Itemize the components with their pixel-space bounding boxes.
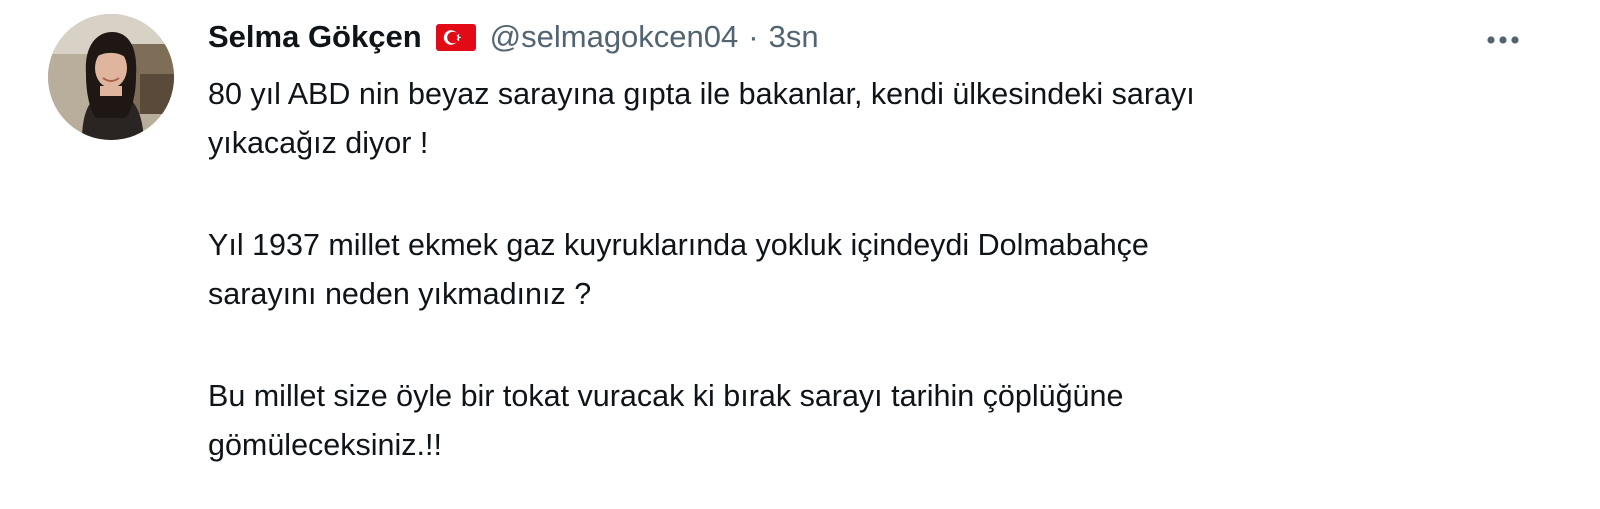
tweet-line: gömüleceksiniz.!! xyxy=(208,428,442,462)
tweet-line: yıkacağız diyor ! xyxy=(208,126,429,160)
avatar-photo xyxy=(48,14,174,140)
tweet-line: Bu millet size öyle bir tokat vuracak ki… xyxy=(208,379,1124,413)
tweet-line: Yıl 1937 millet ekmek gaz kuyruklarında … xyxy=(208,228,1149,262)
tweet-line: 80 yıl ABD nin beyaz sarayına gıpta ile … xyxy=(208,77,1195,111)
author-display-name[interactable]: Selma Gökçen xyxy=(208,19,422,55)
tweet-card[interactable]: Selma Gökçen @selmagokcen04 · 3sn 80 yıl… xyxy=(0,0,1600,509)
turkey-flag-icon xyxy=(435,23,476,51)
tweet-header: Selma Gökçen @selmagokcen04 · 3sn xyxy=(208,14,1508,60)
tweet-timestamp[interactable]: 3sn xyxy=(769,19,819,55)
tweet-text: 80 yıl ABD nin beyaz sarayına gıpta ile … xyxy=(208,70,1508,470)
tweet-paragraph: 80 yıl ABD nin beyaz sarayına gıpta ile … xyxy=(208,70,1508,168)
avatar[interactable] xyxy=(48,14,174,140)
tweet-paragraph: Bu millet size öyle bir tokat vuracak ki… xyxy=(208,372,1508,470)
author-handle[interactable]: @selmagokcen04 xyxy=(490,19,739,55)
header-separator: · xyxy=(748,19,759,54)
tweet-line: sarayını neden yıkmadınız ? xyxy=(208,277,592,311)
tweet-content: Selma Gökçen @selmagokcen04 · 3sn 80 yıl… xyxy=(208,14,1508,470)
more-horizontal-icon[interactable] xyxy=(1478,20,1528,60)
tweet-paragraph: Yıl 1937 millet ekmek gaz kuyruklarında … xyxy=(208,221,1508,319)
